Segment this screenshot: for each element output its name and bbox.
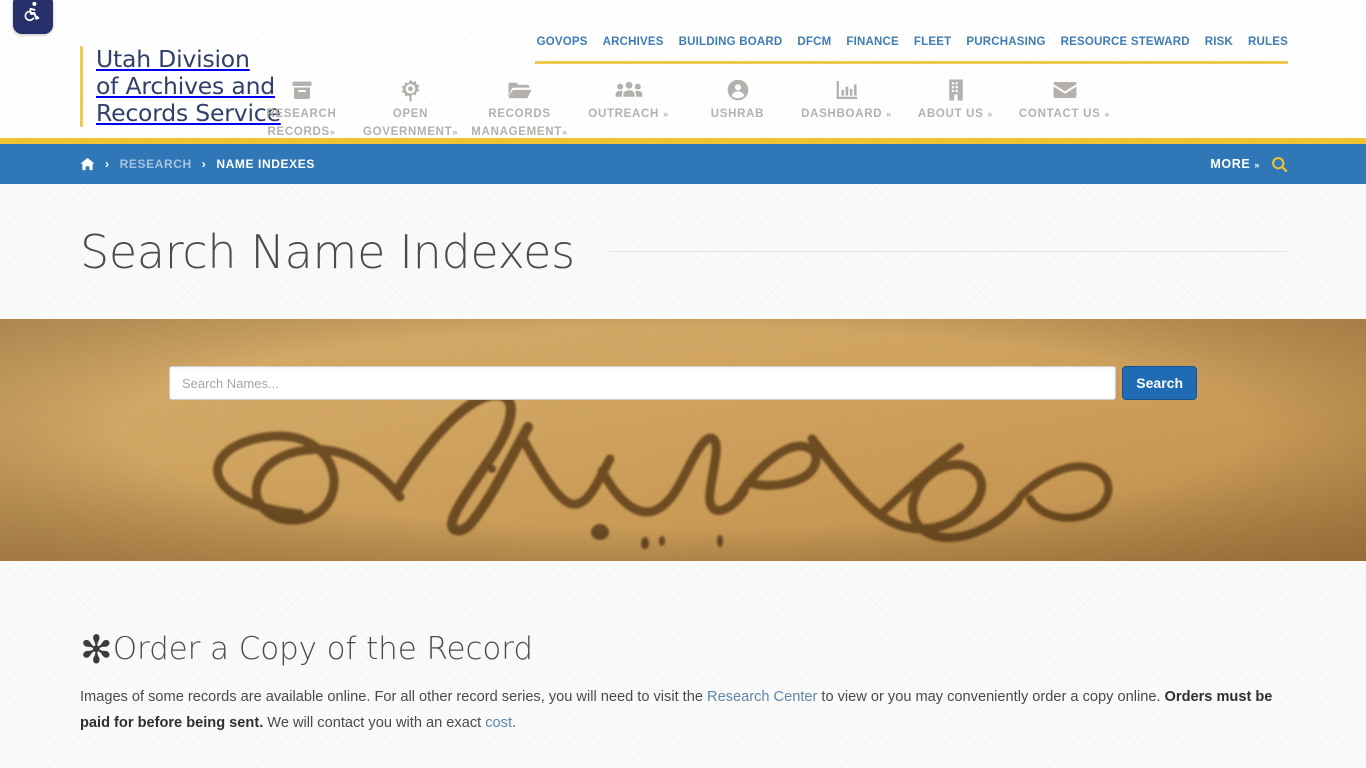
nav-item-dashboard[interactable]: DASHBOARD » [792, 76, 901, 122]
hero-banner: Search [0, 319, 1366, 561]
envelope-icon [1010, 76, 1119, 104]
page-title: Search Name Indexes [80, 224, 575, 279]
chevron-down-icon: » [662, 109, 669, 119]
asterisk-icon: ✻ [80, 628, 113, 673]
nav-item-ushrab[interactable]: USHRAB [683, 76, 792, 122]
nav-item-contact-us[interactable]: CONTACT US » [1010, 76, 1119, 122]
breadcrumb-actions: MORE » [1210, 156, 1288, 173]
chevron-down-icon: » [987, 109, 994, 119]
nav-item-about-us[interactable]: ABOUT US » [901, 76, 1010, 122]
breadcrumb-separator: › [201, 157, 207, 171]
nav-label-dashboard: DASHBOARD » [801, 108, 892, 120]
main-content: ✻ Order a Copy of the Record Images of s… [0, 627, 1366, 736]
agency-nav-underline [535, 61, 1288, 64]
agency-link-finance[interactable]: FINANCE [846, 36, 899, 48]
archive-box-icon [247, 76, 356, 104]
nav-item-research-records[interactable]: RESEARCH RECORDS» [247, 76, 356, 140]
gear-sun-icon [356, 76, 465, 104]
paragraph-text-1: Images of some records are available onl… [80, 689, 708, 705]
chevron-down-icon: » [561, 127, 568, 137]
name-search-form: Search [169, 366, 1197, 400]
wheelchair-accessibility-icon [22, 1, 44, 28]
chevron-down-icon: » [1104, 109, 1111, 119]
agency-link-rules[interactable]: RULES [1248, 36, 1288, 48]
hero-parchment-image [0, 319, 1366, 561]
nav-label-open-government: OPEN GOVERNMENT» [362, 108, 459, 138]
agency-link-fleet[interactable]: FLEET [914, 36, 951, 48]
search-button[interactable]: Search [1122, 366, 1197, 400]
hero-search-area: Search [0, 366, 1366, 400]
search-input[interactable] [169, 366, 1117, 400]
nav-item-open-government[interactable]: OPEN GOVERNMENT» [356, 76, 465, 140]
nav-label-ushrab: USHRAB [710, 108, 765, 120]
nav-label-about-us: ABOUT US » [917, 108, 994, 120]
accessibility-badge[interactable] [13, 0, 53, 34]
agency-links-nav: GOVOPS ARCHIVES BUILDING BOARD DFCM FINA… [537, 36, 1288, 48]
nav-label-contact-us: CONTACT US » [1018, 108, 1111, 120]
nav-item-records-management[interactable]: RECORDS MANAGEMENT» [465, 76, 574, 140]
chevron-down-icon: » [886, 109, 892, 119]
order-copy-heading-row: ✻ Order a Copy of the Record [80, 627, 1286, 673]
breadcrumb-item-name-indexes: NAME INDEXES [216, 157, 315, 171]
building-icon [901, 76, 1010, 104]
breadcrumb-item-research[interactable]: RESEARCH [120, 157, 192, 171]
chevron-down-icon: » [452, 127, 459, 137]
more-menu-button[interactable]: MORE » [1210, 157, 1260, 171]
agency-link-dfcm[interactable]: DFCM [797, 36, 831, 48]
breadcrumb: › RESEARCH › NAME INDEXES [80, 157, 315, 171]
site-header: Utah Division of Archives and Records Se… [0, 0, 1366, 138]
home-icon [80, 157, 95, 171]
paragraph-text-4: . [512, 715, 517, 731]
nav-label-research-records: RESEARCH RECORDS» [266, 108, 337, 138]
nav-label-outreach: OUTREACH » [588, 108, 669, 120]
research-center-link[interactable]: Research Center [707, 689, 817, 705]
folder-open-icon [465, 76, 574, 104]
breadcrumb-bar: › RESEARCH › NAME INDEXES MORE » [0, 144, 1366, 184]
search-icon [1271, 156, 1288, 173]
chevron-down-icon: » [1254, 160, 1260, 170]
agency-link-risk[interactable]: RISK [1205, 36, 1233, 48]
nav-label-records-management: RECORDS MANAGEMENT» [471, 108, 568, 138]
people-group-icon [574, 76, 683, 104]
order-copy-heading: Order a Copy of the Record [112, 631, 533, 667]
header-search-button[interactable] [1271, 156, 1288, 173]
paragraph-text-2: to view or you may conveniently order a … [817, 689, 1165, 705]
primary-icon-nav: RESEARCH RECORDS» OPEN GOVERNMENT» RECOR… [0, 76, 1366, 140]
chevron-down-icon: » [329, 127, 336, 137]
agency-link-building-board[interactable]: BUILDING BOARD [679, 36, 783, 48]
order-copy-paragraph: Images of some records are available onl… [80, 684, 1286, 736]
breadcrumb-home-link[interactable] [80, 157, 95, 171]
agency-link-archives[interactable]: ARCHIVES [603, 36, 664, 48]
agency-link-purchasing[interactable]: PURCHASING [966, 36, 1045, 48]
cost-link[interactable]: cost [485, 715, 512, 731]
breadcrumb-separator: › [105, 157, 110, 171]
agency-link-resource-steward[interactable]: RESOURCE STEWARD [1061, 36, 1190, 48]
paragraph-text-3: We will contact you with an exact [263, 715, 486, 731]
page-title-row: Search Name Indexes [0, 184, 1366, 319]
bar-chart-icon [792, 76, 901, 104]
nav-item-outreach[interactable]: OUTREACH » [574, 76, 683, 122]
user-circle-icon [683, 76, 792, 104]
agency-link-govops[interactable]: GOVOPS [537, 36, 588, 48]
title-divider [608, 251, 1286, 252]
